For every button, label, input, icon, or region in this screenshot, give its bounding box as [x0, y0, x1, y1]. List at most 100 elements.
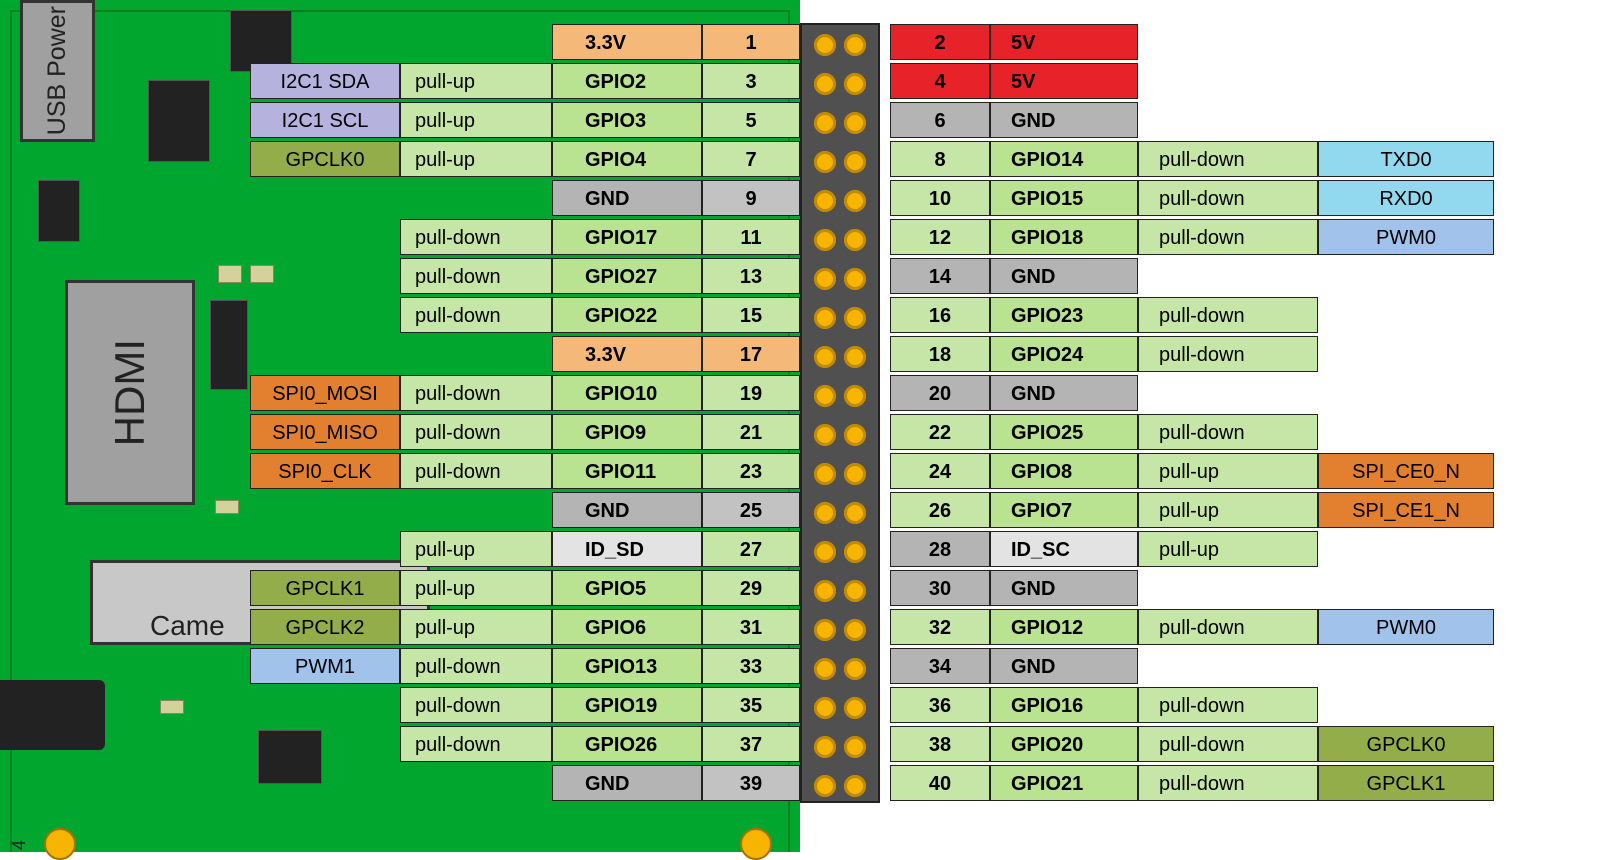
pin-alt: I2C1 SCL [250, 102, 400, 138]
pin-name: GND [990, 258, 1138, 294]
pin-row: 13.3V25V [0, 23, 1600, 62]
pin-row: 13GPIO27pull-down 14GND [0, 257, 1600, 296]
pin-row: 173.3V18GPIO24pull-down [0, 335, 1600, 374]
pin-number: 15 [702, 297, 800, 333]
pin-name: GPIO9 [552, 414, 702, 450]
pin-pull: pull-up [400, 609, 552, 645]
pin-name: GPIO18 [990, 219, 1138, 255]
pin-name: GPIO17 [552, 219, 702, 255]
pin-row: 33GPIO13pull-downPWM134GND [0, 647, 1600, 686]
pin-number: 39 [702, 765, 800, 801]
pin-alt: PWM1 [250, 648, 400, 684]
pin-alt: SPI0_CLK [250, 453, 400, 489]
pin-number: 4 [890, 63, 990, 99]
pin-row: 15GPIO22pull-down16GPIO23pull-down [0, 296, 1600, 335]
pin-number: 31 [702, 609, 800, 645]
mount-hole [44, 828, 76, 860]
pin-pull: pull-up [400, 141, 552, 177]
pin-row: 27ID_SDpull-up28ID_SCpull-up [0, 530, 1600, 569]
pin-name: GPIO3 [552, 102, 702, 138]
pin-number: 18 [890, 336, 990, 372]
pin-number: 12 [890, 219, 990, 255]
pin-pull: pull-down [400, 258, 552, 294]
pin-number: 19 [702, 375, 800, 411]
pin-name: GPIO4 [552, 141, 702, 177]
pin-number: 17 [702, 336, 800, 372]
pin-number: 36 [890, 687, 990, 723]
pin-name: GPIO22 [552, 297, 702, 333]
pin-row: 7GPIO4pull-upGPCLK08GPIO14pull-downTXD0 [0, 140, 1600, 179]
pin-alt: GPCLK0 [250, 141, 400, 177]
pin-name: GND [990, 375, 1138, 411]
pin-alt: PWM0 [1318, 609, 1494, 645]
pin-row: 21GPIO9pull-downSPI0_MISO22GPIO25pull-do… [0, 413, 1600, 452]
pin-pull: pull-down [1138, 219, 1318, 255]
pin-name: 5V [990, 63, 1138, 99]
pin-number: 32 [890, 609, 990, 645]
pin-pull: pull-down [400, 453, 552, 489]
pin-pull: pull-up [400, 531, 552, 567]
pin-name: GND [990, 648, 1138, 684]
pin-name: GPIO25 [990, 414, 1138, 450]
pin-pull: pull-up [400, 63, 552, 99]
pin-alt: SPI0_MOSI [250, 375, 400, 411]
pin-number: 13 [702, 258, 800, 294]
pin-number: 21 [702, 414, 800, 450]
pin-name: GPIO27 [552, 258, 702, 294]
pin-number: 22 [890, 414, 990, 450]
pin-number: 30 [890, 570, 990, 606]
pin-number: 9 [702, 180, 800, 216]
pin-number: 40 [890, 765, 990, 801]
pinout-rows: 13.3V25V3GPIO2pull-upI2C1 SDA45V5GPIO3pu… [0, 23, 1600, 803]
page-corner-number: 4 [9, 840, 30, 850]
pin-number: 26 [890, 492, 990, 528]
pin-row: 3GPIO2pull-upI2C1 SDA45V [0, 62, 1600, 101]
pin-pull: pull-up [400, 102, 552, 138]
pin-number: 25 [702, 492, 800, 528]
pin-name: 3.3V [552, 24, 702, 60]
pin-name: GPIO15 [990, 180, 1138, 216]
mount-hole [740, 828, 772, 860]
pin-pull: pull-down [1138, 336, 1318, 372]
pin-row: 25GND26GPIO7pull-upSPI_CE1_N [0, 491, 1600, 530]
pin-number: 14 [890, 258, 990, 294]
pin-number: 34 [890, 648, 990, 684]
pin-alt: TXD0 [1318, 141, 1494, 177]
pin-name: GPIO23 [990, 297, 1138, 333]
pin-name: ID_SC [990, 531, 1138, 567]
pin-name: GND [552, 765, 702, 801]
pin-row: 9GND10GPIO15pull-downRXD0 [0, 179, 1600, 218]
pin-name: GPIO7 [990, 492, 1138, 528]
pin-pull: pull-down [400, 648, 552, 684]
pin-name: 5V [990, 24, 1138, 60]
pin-row: 29GPIO5pull-upGPCLK130GND [0, 569, 1600, 608]
pin-name: ID_SD [552, 531, 702, 567]
pin-number: 7 [702, 141, 800, 177]
pin-name: GPIO24 [990, 336, 1138, 372]
pin-alt: SPI_CE0_N [1318, 453, 1494, 489]
pin-number: 20 [890, 375, 990, 411]
pin-pull: pull-down [1138, 297, 1318, 333]
pin-name: GND [990, 570, 1138, 606]
pin-alt: GPCLK2 [250, 609, 400, 645]
pin-pull: pull-down [1138, 141, 1318, 177]
pin-name: GPIO26 [552, 726, 702, 762]
pin-name: GPIO21 [990, 765, 1138, 801]
pin-name: GPIO6 [552, 609, 702, 645]
pin-pull: pull-down [400, 726, 552, 762]
pin-number: 27 [702, 531, 800, 567]
pin-number: 16 [890, 297, 990, 333]
pin-pull: pull-down [1138, 609, 1318, 645]
pin-pull: pull-down [1138, 726, 1318, 762]
pin-row: 37GPIO26pull-down38GPIO20pull-downGPCLK0 [0, 725, 1600, 764]
pin-name: GPIO16 [990, 687, 1138, 723]
pin-number: 8 [890, 141, 990, 177]
pin-number: 38 [890, 726, 990, 762]
pin-name: GPIO11 [552, 453, 702, 489]
pin-number: 23 [702, 453, 800, 489]
pin-pull: pull-down [400, 375, 552, 411]
pin-alt: SPI0_MISO [250, 414, 400, 450]
pin-alt: SPI_CE1_N [1318, 492, 1494, 528]
pin-name: GND [552, 180, 702, 216]
pin-pull: pull-up [1138, 531, 1318, 567]
